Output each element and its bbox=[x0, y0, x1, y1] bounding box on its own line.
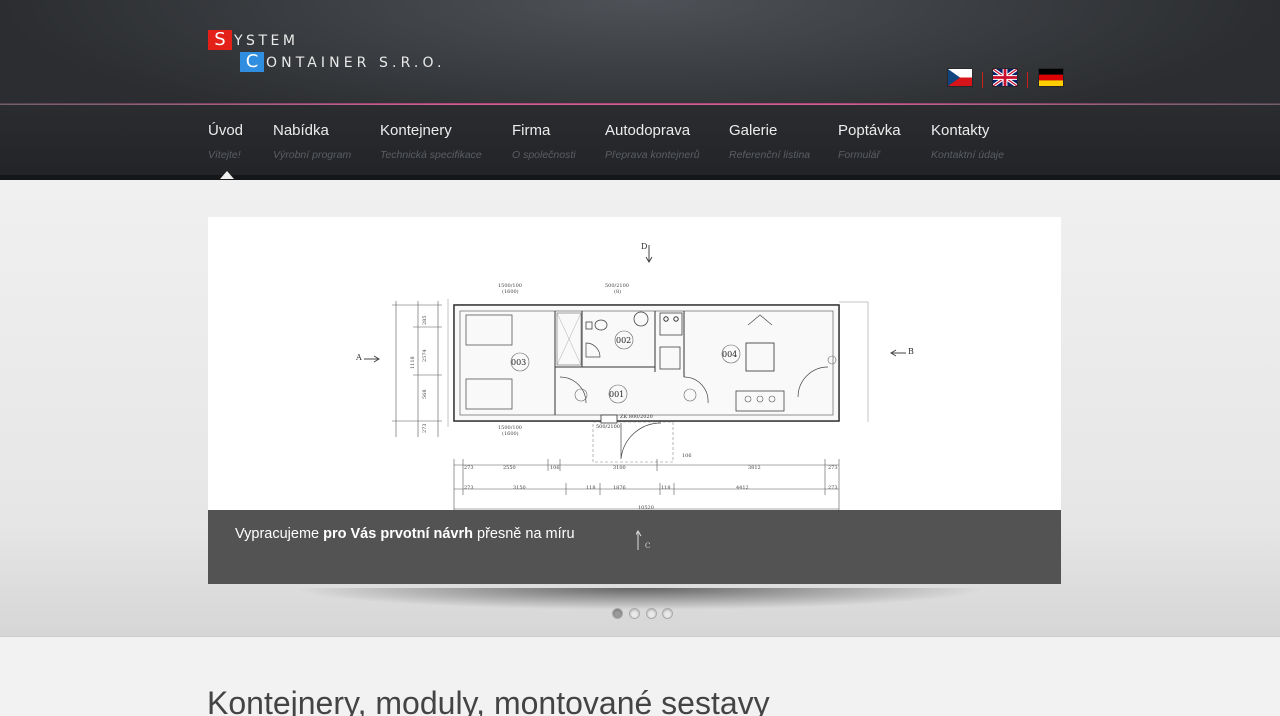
plan-dim-label: 273 bbox=[464, 465, 474, 471]
nav-item-sublabel: Referenční listina bbox=[729, 149, 811, 161]
caption-text-part: Vypracujeme bbox=[235, 526, 324, 542]
nav-item-sublabel: O společnosti bbox=[512, 149, 576, 161]
plan-marker-d: D bbox=[641, 242, 647, 251]
plan-room-002: 002 bbox=[616, 336, 631, 345]
flag-separator bbox=[1027, 72, 1028, 88]
nav-item-galerie[interactable]: Galerie Referenční listina bbox=[729, 122, 810, 161]
plan-dim-label: 568 bbox=[422, 389, 428, 399]
active-nav-pointer bbox=[220, 171, 234, 179]
nav-item-sublabel: Technická specifikace bbox=[380, 149, 482, 161]
plan-dim-label: (1600) bbox=[502, 288, 519, 295]
plan-dim-label: 3812 bbox=[748, 465, 761, 471]
plan-dim-label: 3100 bbox=[613, 465, 626, 471]
plan-marker-c: C bbox=[634, 530, 656, 557]
german-flag-icon[interactable] bbox=[1039, 69, 1063, 86]
nav-item-autodoprava[interactable]: Autodoprava Přeprava kontejnerů bbox=[605, 122, 700, 161]
plan-dim-label: ZK 800/2020 bbox=[620, 414, 653, 420]
plan-dim-label: 106 bbox=[682, 453, 692, 459]
logo-word-container: ONTAINER S.R.O. bbox=[266, 55, 446, 71]
company-logo[interactable]: S YSTEM C ONTAINER S.R.O. bbox=[208, 28, 588, 74]
nav-item-poptavka[interactable]: Poptávka Formulář bbox=[838, 122, 901, 161]
logo-initial-c: C bbox=[240, 52, 264, 72]
czech-flag-icon[interactable] bbox=[948, 69, 972, 86]
nav-item-sublabel: Vítejte! bbox=[208, 149, 241, 161]
plan-marker-c-label: C bbox=[645, 542, 650, 550]
plan-dim-label: 273 bbox=[828, 465, 838, 471]
plan-dim-label: 106 bbox=[550, 465, 560, 471]
page-heading: Kontejnery, moduly, montované sestavy bbox=[207, 685, 770, 716]
nav-item-sublabel: Kontaktní údaje bbox=[931, 149, 1004, 161]
nav-item-firma[interactable]: Firma O společnosti bbox=[512, 122, 576, 161]
plan-dim-label: 4412 bbox=[736, 485, 749, 491]
slide-caption-text: Vypracujeme pro Vás prvotní návrh přesně… bbox=[235, 526, 575, 542]
nav-item-sublabel: Výrobní program bbox=[273, 149, 352, 161]
slider-dot-3[interactable] bbox=[646, 608, 657, 619]
plan-dim-label: 1118 bbox=[410, 356, 416, 369]
logo-initial-s: S bbox=[208, 30, 232, 50]
plan-dim-label: 118 bbox=[661, 485, 671, 491]
plan-dim-label: 500/2100 bbox=[596, 424, 620, 430]
slider-dot-4[interactable] bbox=[662, 608, 673, 619]
plan-dim-label: 285 bbox=[422, 315, 428, 325]
plan-dim-label: 273 bbox=[464, 485, 474, 491]
nav-item-kontakty[interactable]: Kontakty Kontaktní údaje bbox=[931, 122, 1004, 161]
nav-item-sublabel: Přeprava kontejnerů bbox=[605, 149, 700, 161]
plan-room-001: 001 bbox=[609, 390, 624, 399]
plan-dim-label: (8) bbox=[614, 288, 621, 295]
slide-caption: Vypracujeme pro Vás prvotní návrh přesně… bbox=[208, 510, 1061, 584]
header: S YSTEM C ONTAINER S.R.O. bbox=[0, 0, 1280, 104]
uk-flag-icon[interactable] bbox=[992, 67, 1018, 88]
nav-item-sublabel: Formulář bbox=[838, 149, 881, 161]
nav-item-label: Nabídka bbox=[273, 122, 329, 139]
nav-item-label: Kontakty bbox=[931, 122, 990, 139]
caption-text-bold: pro Vás prvotní návrh bbox=[323, 526, 473, 542]
main-navigation: Úvod Vítejte! Nabídka Výrobní program Ko… bbox=[0, 105, 1280, 180]
nav-item-label: Galerie bbox=[729, 122, 778, 139]
logo-word-system: YSTEM bbox=[234, 33, 299, 49]
nav-item-kontejnery[interactable]: Kontejnery Technická specifikace bbox=[380, 122, 482, 161]
nav-item-label: Kontejnery bbox=[380, 122, 452, 139]
slider-dot-1[interactable] bbox=[612, 608, 623, 619]
plan-room-004: 004 bbox=[722, 350, 737, 359]
nav-item-label: Poptávka bbox=[838, 122, 901, 139]
nav-item-nabidka[interactable]: Nabídka Výrobní program bbox=[273, 122, 351, 161]
plan-dim-label: 3150 bbox=[513, 485, 526, 491]
plan-dim-label: 118 bbox=[586, 485, 596, 491]
main-content: Kontejnery, moduly, montované sestavy bbox=[0, 637, 1280, 716]
plan-dim-label: 1876 bbox=[613, 485, 626, 491]
plan-dim-label: 273 bbox=[422, 423, 428, 433]
slider-shadow bbox=[290, 588, 990, 610]
plan-dim-label: 273 bbox=[828, 485, 838, 491]
plan-marker-a: A bbox=[355, 353, 362, 362]
plan-dim-label: (1600) bbox=[502, 430, 519, 437]
flag-separator bbox=[982, 72, 983, 88]
nav-item-label: Firma bbox=[512, 122, 551, 139]
nav-item-label: Autodoprava bbox=[605, 122, 691, 139]
plan-marker-b: B bbox=[908, 347, 914, 356]
plan-dim-label: 2574 bbox=[422, 349, 428, 362]
slider-dot-2[interactable] bbox=[629, 608, 640, 619]
nav-item-uvod[interactable]: Úvod Vítejte! bbox=[208, 122, 243, 161]
caption-text-part: přesně na míru bbox=[473, 526, 575, 542]
nav-item-label: Úvod bbox=[208, 122, 244, 139]
plan-room-003: 003 bbox=[511, 358, 526, 367]
plan-dim-label: 2550 bbox=[503, 465, 516, 471]
